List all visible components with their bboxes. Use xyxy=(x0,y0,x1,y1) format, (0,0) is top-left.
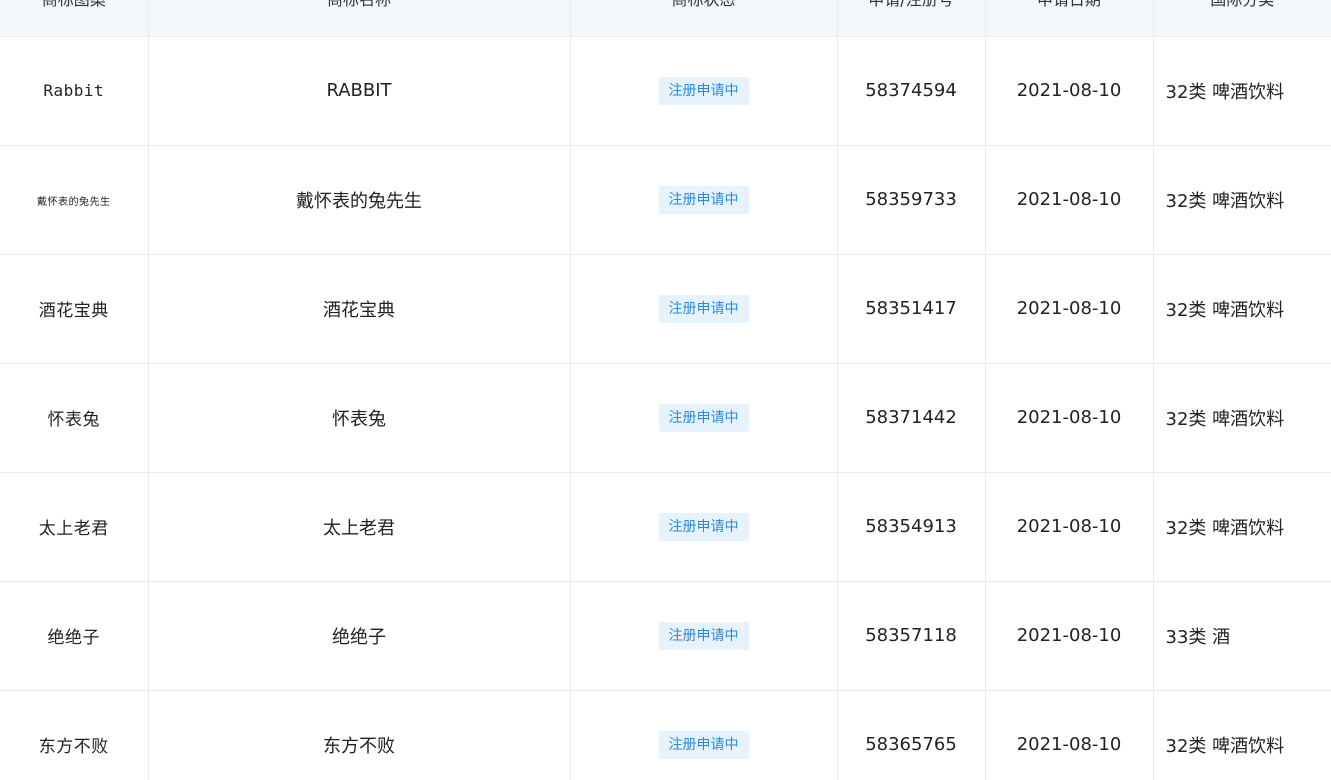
name-cell[interactable]: 绝绝子 xyxy=(148,581,571,691)
table-row[interactable]: 东方不败 东方不败 注册申请中 58365765 2021-08-10 32类 … xyxy=(0,690,1331,780)
status-badge: 注册申请中 xyxy=(658,294,749,323)
status-cell: 注册申请中 xyxy=(570,581,838,691)
status-cell: 注册申请中 xyxy=(570,690,838,780)
trademark-logo: 酒花宝典 xyxy=(38,301,109,321)
class-cell: 32类 啤酒饮料 xyxy=(1153,472,1331,582)
date-cell: 2021-08-10 xyxy=(985,145,1154,255)
status-cell: 注册申请中 xyxy=(570,254,838,364)
reg-no-cell: 58365765 xyxy=(837,690,986,780)
reg-no-cell: 58359733 xyxy=(837,145,986,255)
date-cell: 2021-08-10 xyxy=(985,581,1154,691)
header-logo[interactable]: 商标图案 xyxy=(0,0,149,37)
status-badge: 注册申请中 xyxy=(658,76,749,105)
trademark-logo: 怀表兔 xyxy=(47,410,100,430)
name-cell[interactable]: 东方不败 xyxy=(148,690,571,780)
status-badge: 注册申请中 xyxy=(658,185,749,214)
class-cell: 33类 酒 xyxy=(1153,581,1331,691)
table-row[interactable]: 太上老君 太上老君 注册申请中 58354913 2021-08-10 32类 … xyxy=(0,472,1331,582)
header-name[interactable]: 商标名称 xyxy=(148,0,571,37)
trademark-logo: 东方不败 xyxy=(38,737,109,757)
date-cell: 2021-08-10 xyxy=(985,254,1154,364)
name-cell[interactable]: 酒花宝典 xyxy=(148,254,571,364)
logo-cell[interactable]: 酒花宝典 xyxy=(0,254,149,364)
class-cell: 32类 啤酒饮料 xyxy=(1153,36,1331,146)
trademark-logo: Rabbit xyxy=(43,81,105,100)
table-row[interactable]: 绝绝子 绝绝子 注册申请中 58357118 2021-08-10 33类 酒 xyxy=(0,581,1331,691)
class-cell: 32类 啤酒饮料 xyxy=(1153,254,1331,364)
table-header: 商标图案 商标名称 商标状态 申请/注册号 申请日期 国际分类 xyxy=(0,0,1331,37)
trademark-logo: 太上老君 xyxy=(38,519,109,539)
header-status[interactable]: 商标状态 xyxy=(570,0,838,37)
name-cell[interactable]: RABBIT xyxy=(148,36,571,146)
table-row[interactable]: 戴怀表的兔先生 戴怀表的兔先生 注册申请中 58359733 2021-08-1… xyxy=(0,145,1331,255)
logo-cell[interactable]: 绝绝子 xyxy=(0,581,149,691)
status-cell: 注册申请中 xyxy=(570,472,838,582)
status-badge: 注册申请中 xyxy=(658,730,749,759)
reg-no-cell: 58374594 xyxy=(837,36,986,146)
logo-cell[interactable]: 戴怀表的兔先生 xyxy=(0,145,149,255)
header-reg-no[interactable]: 申请/注册号 xyxy=(837,0,986,37)
class-cell: 32类 啤酒饮料 xyxy=(1153,690,1331,780)
status-badge: 注册申请中 xyxy=(658,621,749,650)
name-cell[interactable]: 戴怀表的兔先生 xyxy=(148,145,571,255)
status-cell: 注册申请中 xyxy=(570,363,838,473)
table-body: Rabbit RABBIT 注册申请中 58374594 2021-08-10 … xyxy=(0,36,1331,780)
status-cell: 注册申请中 xyxy=(570,145,838,255)
trademark-table: 商标图案 商标名称 商标状态 申请/注册号 申请日期 国际分类 Rabbit R… xyxy=(0,0,1331,780)
date-cell: 2021-08-10 xyxy=(985,690,1154,780)
trademark-logo: 戴怀表的兔先生 xyxy=(37,197,111,208)
logo-cell[interactable]: Rabbit xyxy=(0,36,149,146)
header-class[interactable]: 国际分类 xyxy=(1153,0,1331,37)
table-row[interactable]: Rabbit RABBIT 注册申请中 58374594 2021-08-10 … xyxy=(0,36,1331,146)
trademark-logo: 绝绝子 xyxy=(47,628,100,648)
logo-cell[interactable]: 怀表兔 xyxy=(0,363,149,473)
class-cell: 32类 啤酒饮料 xyxy=(1153,363,1331,473)
name-cell[interactable]: 太上老君 xyxy=(148,472,571,582)
date-cell: 2021-08-10 xyxy=(985,36,1154,146)
reg-no-cell: 58371442 xyxy=(837,363,986,473)
status-badge: 注册申请中 xyxy=(658,403,749,432)
logo-cell[interactable]: 太上老君 xyxy=(0,472,149,582)
logo-cell[interactable]: 东方不败 xyxy=(0,690,149,780)
header-row: 商标图案 商标名称 商标状态 申请/注册号 申请日期 国际分类 xyxy=(0,0,1331,37)
reg-no-cell: 58354913 xyxy=(837,472,986,582)
table-row[interactable]: 怀表兔 怀表兔 注册申请中 58371442 2021-08-10 32类 啤酒… xyxy=(0,363,1331,473)
date-cell: 2021-08-10 xyxy=(985,363,1154,473)
date-cell: 2021-08-10 xyxy=(985,472,1154,582)
status-cell: 注册申请中 xyxy=(570,36,838,146)
reg-no-cell: 58351417 xyxy=(837,254,986,364)
reg-no-cell: 58357118 xyxy=(837,581,986,691)
class-cell: 32类 啤酒饮料 xyxy=(1153,145,1331,255)
table-row[interactable]: 酒花宝典 酒花宝典 注册申请中 58351417 2021-08-10 32类 … xyxy=(0,254,1331,364)
header-date[interactable]: 申请日期 xyxy=(985,0,1154,37)
status-badge: 注册申请中 xyxy=(658,512,749,541)
name-cell[interactable]: 怀表兔 xyxy=(148,363,571,473)
